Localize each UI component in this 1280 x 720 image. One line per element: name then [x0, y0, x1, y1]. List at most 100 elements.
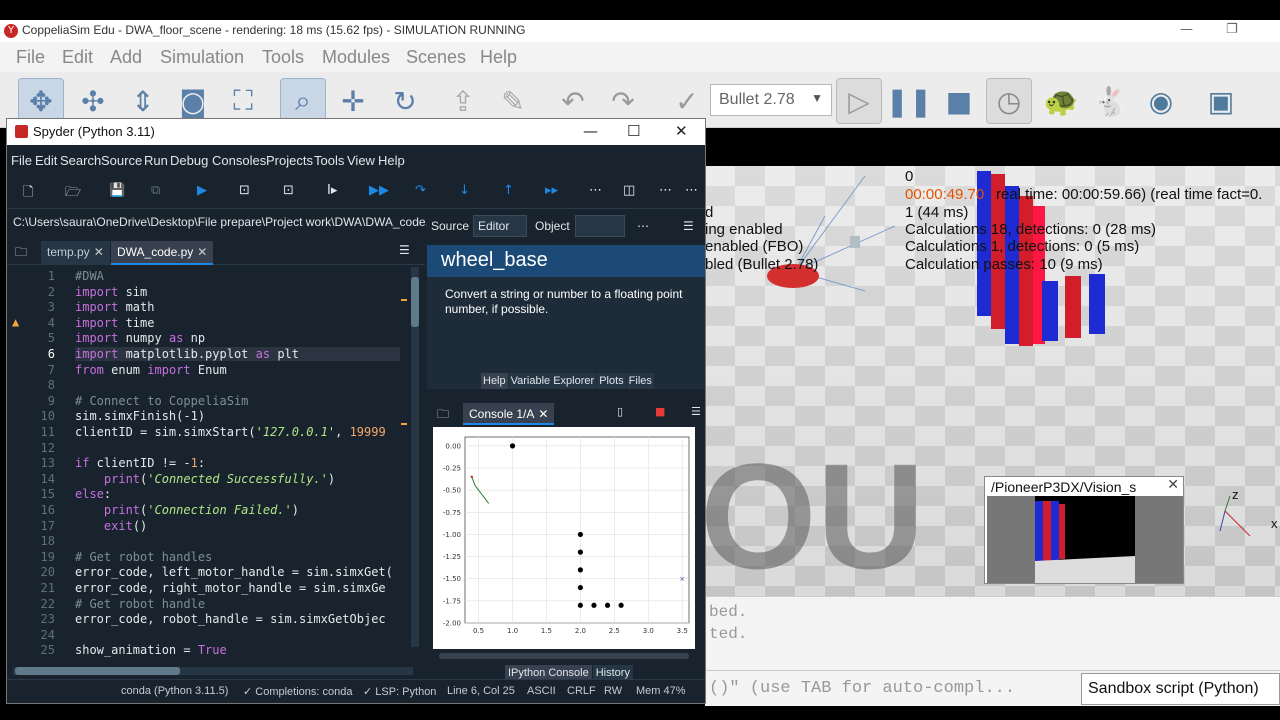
editor-horizontal-scrollbar[interactable] [13, 667, 413, 675]
menu-tools[interactable]: Tools [262, 47, 304, 68]
close-icon[interactable]: ✕ [1167, 477, 1179, 493]
code-editor[interactable]: ▲ 1 #DWA 2 import sim 3 import math 4 import ti… [7, 267, 425, 665]
help-tab-bar: Help Variable Explorer Plots Files [481, 369, 655, 389]
console-options-icon[interactable]: ☰ [691, 405, 701, 418]
run-cell-icon[interactable]: ⊡ [239, 183, 250, 198]
more-options-icon-2[interactable]: ⋯ [659, 183, 672, 198]
more-options-icon[interactable]: ⋯ [589, 183, 602, 198]
faster-rabbit-icon[interactable]: 🐇 [1088, 78, 1134, 124]
console-horizontal-scrollbar[interactable] [439, 653, 689, 659]
physics-engine-value: Bullet 2.78 [719, 91, 795, 108]
spyder-menu-edit[interactable]: Edit [35, 153, 57, 168]
browse-tabs-icon[interactable]: 🗀 [437, 405, 449, 426]
coppeliasim-menu-bar: File Edit Add Simulation Tools Modules S… [0, 42, 1280, 72]
menu-help[interactable]: Help [480, 47, 517, 68]
y-tick-label: -0.25 [443, 465, 461, 473]
help-options-icon[interactable]: ☰ [683, 219, 694, 233]
x-tick-label: 0.5 [473, 627, 484, 635]
tab-help[interactable]: Help [481, 373, 508, 389]
run-cell-advance-icon[interactable]: ⊡ [283, 183, 294, 198]
command-input[interactable]: ()" (use TAB for auto-compl... [709, 679, 1015, 698]
y-tick-label: 0.00 [445, 442, 461, 450]
continue-icon[interactable]: ▸▸ [545, 183, 558, 198]
console-stop-icon[interactable]: ■ [655, 405, 665, 418]
editor-vertical-scrollbar[interactable] [411, 267, 419, 647]
real-time-icon[interactable]: ◷ [986, 78, 1032, 124]
debug-icon[interactable]: ▶▶ [369, 183, 389, 198]
x-tick-label: 1.5 [541, 627, 552, 635]
spyder-menu-help[interactable]: Help [378, 153, 405, 168]
data-point [577, 602, 583, 608]
spyder-menu-run[interactable]: Run [144, 153, 168, 168]
open-file-icon[interactable]: 🗁 [65, 183, 81, 205]
menu-scenes[interactable]: Scenes [406, 47, 466, 68]
slower-turtle-icon[interactable]: 🐢 [1038, 78, 1084, 124]
menu-edit[interactable]: Edit [62, 47, 93, 68]
code-line: # Connect to CoppeliaSim [75, 393, 249, 408]
console-tab[interactable]: Console 1/A ✕ [463, 403, 555, 425]
browse-tabs-icon[interactable]: 🗀 [15, 243, 27, 264]
tab-dwa-code-py[interactable]: DWA_code.py ✕ [111, 241, 214, 265]
spyder-menu-tools[interactable]: Tools [314, 153, 344, 168]
save-icon[interactable]: 💾 [109, 183, 125, 198]
stop-simulation-icon[interactable]: ■ [936, 78, 982, 124]
menu-add[interactable]: Add [110, 47, 142, 68]
physics-engine-select[interactable]: Bullet 2.78 ▼ [710, 84, 832, 116]
line-number: 3 [47, 300, 55, 315]
close-tab-icon[interactable]: ✕ [94, 245, 104, 259]
page-selector-icon[interactable]: ▣ [1198, 78, 1244, 124]
tab-files[interactable]: Files [626, 373, 654, 389]
run-icon[interactable]: ▶ [197, 183, 207, 198]
spyder-menu-consoles[interactable]: Consoles [212, 153, 266, 168]
overlay-sim-time: 00:00:49.70 [905, 186, 985, 203]
restore-icon[interactable]: ❐ [1226, 22, 1238, 37]
console-tab-bar: IPython Console History [505, 661, 634, 681]
spyder-menu-debug[interactable]: Debug [170, 153, 208, 168]
maximize-icon[interactable]: ☐ [627, 122, 640, 140]
minimize-icon[interactable]: — [1180, 22, 1193, 37]
spyder-menu-search[interactable]: Search [60, 153, 101, 168]
code-line: #DWA [75, 269, 104, 283]
console-copy-icon[interactable]: ▯ [617, 405, 623, 418]
help-object-input[interactable] [575, 215, 625, 237]
x-tick-label: 1.0 [507, 627, 518, 635]
spyder-menu-view[interactable]: View [347, 153, 375, 168]
spyder-menu-projects[interactable]: Projects [266, 153, 313, 168]
pause-simulation-icon[interactable]: ❚❚ [886, 78, 933, 124]
visualization-eye-icon[interactable]: ◉ [1138, 78, 1184, 124]
maximize-pane-icon[interactable]: ◫ [623, 183, 635, 198]
vision-sensor-view[interactable]: /PioneerP3DX/Vision_s ✕ [984, 476, 1184, 584]
help-source-select[interactable]: Editor [473, 215, 527, 237]
close-icon[interactable]: ✕ [675, 122, 688, 140]
tab-variable-explorer[interactable]: Variable Explorer [508, 373, 597, 389]
save-all-icon[interactable]: ⧉ [151, 183, 160, 198]
y-tick-label: -1.75 [443, 597, 461, 605]
tab-temp-py[interactable]: temp.py ✕ [41, 241, 110, 265]
close-tab-icon[interactable]: ✕ [538, 407, 548, 421]
step-into-icon[interactable]: ↓ [459, 183, 470, 198]
editor-options-icon[interactable]: ☰ [399, 243, 410, 257]
spyder-menu-source[interactable]: Source [101, 153, 142, 168]
new-file-icon[interactable]: 🗋 [23, 183, 33, 205]
step-icon[interactable]: ↷ [415, 183, 426, 198]
code-line: import time [75, 315, 155, 330]
menu-modules[interactable]: Modules [322, 47, 390, 68]
more-options-icon-3[interactable]: ⋯ [685, 183, 698, 198]
script-selector[interactable]: Sandbox script (Python) [1081, 673, 1280, 705]
close-tab-icon[interactable]: ✕ [197, 245, 207, 259]
data-point [577, 567, 583, 573]
line-number: 13 [40, 456, 55, 471]
step-return-icon[interactable]: ↑ [503, 183, 514, 198]
spyder-menu-file[interactable]: File [11, 153, 32, 168]
spyder-status-bar: conda (Python 3.11.5) ✓ Completions: con… [7, 679, 705, 703]
code-line: import numpy as np [75, 331, 206, 346]
tab-plots[interactable]: Plots [597, 373, 626, 389]
y-tick-label: -0.50 [443, 487, 461, 495]
help-more-icon[interactable]: ⋯ [637, 219, 649, 233]
run-selection-icon[interactable]: I▸ [327, 183, 337, 198]
y-tick-label: -2.00 [443, 620, 461, 628]
minimize-icon[interactable]: — [583, 122, 598, 140]
start-simulation-icon[interactable]: ▷ [836, 78, 882, 124]
menu-simulation[interactable]: Simulation [160, 47, 244, 68]
menu-file[interactable]: File [16, 47, 45, 68]
